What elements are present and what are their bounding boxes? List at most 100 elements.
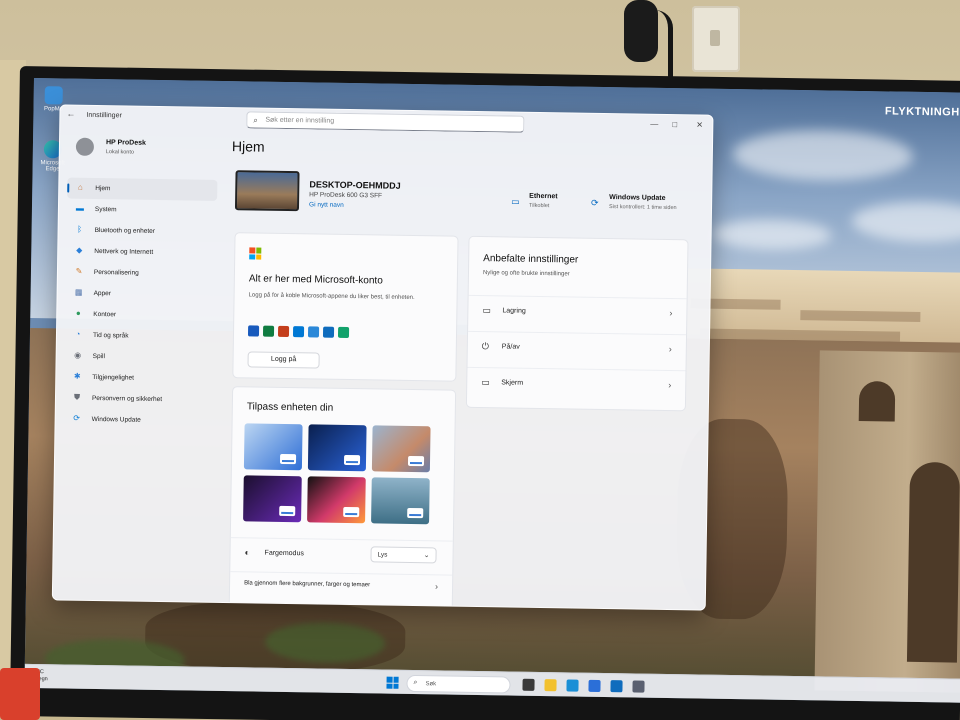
sidebar-item-label: Nettverk og Internett <box>94 247 154 256</box>
chevron-down-icon: ⌄ <box>423 552 430 560</box>
sidebar-item-bluetooth[interactable]: ᛒ Bluetooth og enheter <box>66 220 216 243</box>
windows-dark-theme[interactable] <box>307 424 367 472</box>
sidebar-item-label: Kontoer <box>93 310 117 319</box>
sidebar-item-globe-clock[interactable]: ◔ Tid og språk <box>65 325 215 348</box>
sidebar-item-home[interactable]: ⌂ Hjem <box>67 177 218 201</box>
settings-icon[interactable] <box>632 680 645 693</box>
microsoft-app-icon <box>337 326 350 338</box>
sidebar-item-apps[interactable]: ▦ Apper <box>65 283 215 306</box>
sign-in-button[interactable]: Logg på <box>247 351 320 369</box>
microsoft-app-icon <box>322 326 335 338</box>
ethernet-status-subtitle: Tilkoblet <box>529 202 550 210</box>
settings-search-input[interactable]: ⌕ Søk etter en innstilling <box>246 111 525 133</box>
store-icon[interactable] <box>588 679 601 692</box>
browse-themes-row[interactable]: Bla gjennom flere bakgrunner, farger og … <box>229 571 453 599</box>
glow-theme[interactable] <box>371 425 431 473</box>
brush-icon: ✎ <box>75 266 83 276</box>
device-wallpaper-thumbnail <box>234 170 300 212</box>
accessibility-icon: ✱ <box>73 371 81 381</box>
sidebar-item-label: Personvern og sikkerhet <box>91 394 163 404</box>
search-icon: ⌕ <box>413 679 418 687</box>
microsoft-account-card: Alt er her med Microsoft-konto Logg på f… <box>232 232 459 382</box>
app-title: Innstillinger <box>86 111 122 120</box>
recommended-item-label: Lagring <box>502 307 526 315</box>
desktop-corner-text: FLYKTNINGHE <box>884 105 960 119</box>
sidebar-item-label: Apper <box>93 289 112 298</box>
sidebar-item-network[interactable]: ◆ Nettverk og Internett <box>66 241 216 264</box>
windows-update-status-title[interactable]: Windows Update <box>609 194 665 202</box>
personalize-card: Tilpass enheten din ◐ Fargemodus Lys ⌄ B… <box>228 386 457 611</box>
mail-icon[interactable] <box>610 680 623 693</box>
monitor-icon: ▬ <box>75 203 85 213</box>
device-model: HP ProDesk 600 G3 SFF <box>309 191 383 200</box>
power-icon: ⏻ <box>481 341 490 352</box>
sidebar-item-accessibility[interactable]: ✱ Tilgjengelighet <box>64 367 214 390</box>
file-explorer-icon[interactable] <box>544 679 557 692</box>
chevron-right-icon: › <box>668 344 672 355</box>
ethernet-icon: ▭ <box>511 196 520 207</box>
captured-motion-theme[interactable] <box>243 475 302 523</box>
microsoft-app-icon <box>307 326 320 338</box>
sidebar-nav: ⌂ Hjem ▬ System ᛒ Bluetooth og enheter ◆ Nettve… <box>63 177 218 432</box>
sidebar-item-person[interactable]: ● Kontoer <box>65 304 215 327</box>
sidebar-item-shield[interactable]: ⛊ Personvern og sikkerhet <box>64 388 214 411</box>
power-cable <box>655 10 673 80</box>
theme-grid <box>243 423 431 525</box>
recommended-item-display[interactable]: ▭ Skjerm › <box>466 366 686 405</box>
person-icon: ● <box>75 308 81 318</box>
microsoft-app-icon <box>262 325 275 337</box>
search-placeholder: Søk etter en innstilling <box>265 116 335 125</box>
color-mode-label: Fargemodus <box>264 549 304 558</box>
recommended-subtitle: Nylige og ofte brukte innstillinger <box>482 270 570 278</box>
sidebar-item-label: Tid og språk <box>92 331 129 340</box>
microsoft-app-icon <box>277 325 290 338</box>
flow-theme[interactable] <box>307 476 366 524</box>
sidebar-item-monitor[interactable]: ▬ System <box>67 199 217 222</box>
microsoft-app-icon <box>292 326 305 338</box>
avatar[interactable] <box>75 137 95 156</box>
gamepad-icon: ◉ <box>74 350 82 360</box>
update-icon: ⟳ <box>591 197 599 208</box>
sidebar-item-label: Hjem <box>95 184 111 193</box>
recommended-item-power[interactable]: ⏻ På/av › <box>467 330 687 369</box>
task-view-icon[interactable] <box>522 678 535 691</box>
maximize-button[interactable]: □ <box>672 120 677 129</box>
chevron-right-icon: › <box>434 581 439 592</box>
sunrise-theme[interactable] <box>371 477 430 525</box>
sidebar-item-label: Tilgjengelighet <box>92 373 135 382</box>
ethernet-status-title[interactable]: Ethernet <box>529 193 558 200</box>
color-mode-value: Lys <box>377 551 388 559</box>
taskbar-search-box[interactable]: ⌕ Søk <box>406 674 511 694</box>
page-title: Hjem <box>231 138 265 155</box>
close-button[interactable]: ✕ <box>696 120 703 129</box>
windows-light-theme[interactable] <box>243 423 303 471</box>
microsoft-account-body: Logg på for å koble Microsoft-appene du … <box>248 292 415 302</box>
device-name: DESKTOP-OEHMDDJ <box>309 179 401 191</box>
profile-name: HP ProDesk <box>105 139 146 147</box>
sidebar-item-gamepad[interactable]: ◉ Spill <box>64 346 214 369</box>
recommended-item-storage[interactable]: ▭ Lagring › <box>468 294 687 333</box>
sidebar-item-label: System <box>94 205 117 214</box>
edge-icon[interactable] <box>566 679 579 692</box>
recommended-heading: Anbefalte innstillinger <box>483 253 579 266</box>
update-icon: ⟳ <box>73 413 81 423</box>
recommended-item-label: Skjerm <box>501 379 524 387</box>
rename-device-link[interactable]: Gi nytt navn <box>309 201 344 209</box>
home-icon: ⌂ <box>77 182 83 192</box>
taskbar-search-label: Søk <box>425 681 437 688</box>
globe-clock-icon: ◔ <box>75 329 81 339</box>
power-plug <box>624 0 658 62</box>
minimize-button[interactable]: — <box>650 120 658 129</box>
personalize-heading: Tilpass enheten din <box>246 401 334 414</box>
settings-window: ← Innstillinger ⌕ Søk etter en innstilli… <box>51 104 714 611</box>
palette-icon: ◐ <box>244 547 251 558</box>
apps-icon: ▦ <box>74 287 83 297</box>
start-button[interactable] <box>386 676 399 689</box>
wall-socket <box>692 6 740 72</box>
recommended-settings-card: Anbefalte innstillinger Nylige og ofte b… <box>465 235 689 412</box>
sidebar-item-update[interactable]: ⟳ Windows Update <box>63 409 213 432</box>
back-arrow-icon[interactable]: ← <box>66 109 75 119</box>
browse-themes-link: Bla gjennom flere bakgrunner, farger og … <box>244 580 371 589</box>
color-mode-select[interactable]: Lys ⌄ <box>370 546 437 564</box>
sidebar-item-brush[interactable]: ✎ Personalisering <box>66 262 216 285</box>
